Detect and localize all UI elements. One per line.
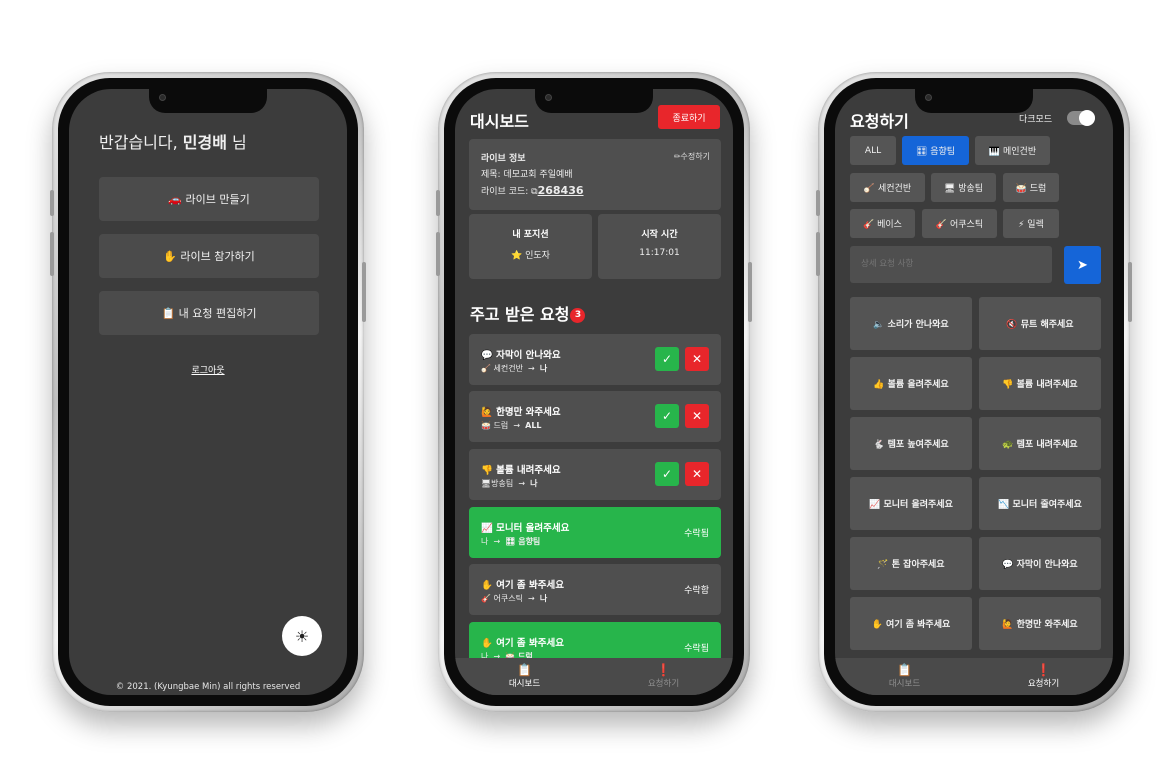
request-text: 📈 모니터 올려주세요: [481, 523, 570, 534]
accept-check-icon[interactable]: ✓: [655, 404, 679, 428]
logout-link[interactable]: 로그아웃: [69, 363, 347, 376]
quick-request-button[interactable]: 🙋 한명만 와주세요: [979, 597, 1101, 650]
requests-heading: 주고 받은 요청 3: [470, 301, 586, 325]
request-card: 💬 자막이 안나와요 🪕 세컨건반 → 나 ✓ ✕: [469, 334, 721, 385]
request-text: 👎 볼륨 내려주세요: [481, 465, 561, 476]
phone-mockup-home: 반갑습니다, 민경배 님 🚗 라이브 만들기 ✋ 라이브 참가하기 📋 내 요청…: [50, 72, 366, 712]
quick-request-button[interactable]: 👎 볼륨 내려주세요: [979, 357, 1101, 410]
clipboard-icon: 📋: [897, 663, 912, 677]
target-chip[interactable]: ⚡ 일렉: [1003, 209, 1059, 238]
tab-dashboard[interactable]: 📋 대시보드: [455, 658, 594, 695]
alert-icon: ❗: [656, 663, 671, 677]
target-chip[interactable]: 🥁 드럼: [1003, 173, 1059, 202]
quick-request-button[interactable]: ✋ 여기 좀 봐주세요: [850, 597, 972, 650]
target-chip[interactable]: 🎹 메인건반: [975, 136, 1050, 165]
target-chip[interactable]: ALL: [850, 136, 896, 165]
home-screen: 반갑습니다, 민경배 님 🚗 라이브 만들기 ✋ 라이브 참가하기 📋 내 요청…: [69, 89, 347, 695]
request-card: 👎 볼륨 내려주세요 🖥방송팀 → 나 ✓ ✕: [469, 449, 721, 500]
edit-link[interactable]: ✏수정하기: [674, 151, 710, 162]
bottom-tab-bar: 📋 대시보드 ❗ 요청하기: [835, 658, 1113, 695]
tab-dashboard[interactable]: 📋 대시보드: [835, 658, 974, 695]
reject-x-icon[interactable]: ✕: [685, 404, 709, 428]
dark-mode-label: 다크모드: [1019, 115, 1053, 125]
request-status: 수락됨: [684, 644, 709, 654]
clipboard-icon: 📋: [517, 663, 532, 677]
request-text: 🙋 한명만 와주세요: [481, 407, 561, 418]
greeting: 반갑습니다, 민경배 님: [99, 133, 247, 152]
tab-request[interactable]: ❗ 요청하기: [974, 658, 1113, 695]
quick-request-button[interactable]: 🐇 템포 높여주세요: [850, 417, 972, 470]
request-status: 수락됨: [684, 529, 709, 539]
requests-count-badge: 3: [570, 308, 586, 323]
dashboard-screen: 대시보드 종료하기 라이브 정보 ✏수정하기 제목: 데모교회 주일예배 라이브…: [455, 89, 733, 695]
target-chip[interactable]: 🎛 음향팀: [902, 136, 969, 165]
live-info-card: 라이브 정보 ✏수정하기 제목: 데모교회 주일예배 라이브 코드: ⧉2684…: [469, 139, 721, 210]
end-live-button[interactable]: 종료하기: [658, 105, 720, 129]
quick-request-button[interactable]: 📈 모니터 올려주세요: [850, 477, 972, 530]
user-name: 민경배: [182, 133, 227, 152]
my-position-value: ⭐ 인도자: [511, 251, 550, 261]
start-time-label: 시작 시간: [641, 230, 678, 240]
page-title: 대시보드: [470, 112, 529, 131]
dark-mode-toggle[interactable]: [1067, 110, 1095, 126]
quick-request-button[interactable]: 🪄 톤 잡아주세요: [850, 537, 972, 590]
request-route: 🪕 세컨건반 → 나: [481, 364, 548, 373]
my-position-label: 내 포지션: [512, 230, 549, 240]
start-time-card: 시작 시간 11:17:01: [598, 214, 721, 279]
phone-mockup-request: 요청하기 다크모드 ALL 🎛 음향팀 🎹 메인건반 🪕 세컨건반 🖥 방송팀 🥁 드럼 🎸…: [816, 72, 1132, 712]
request-text: ✋ 여기 좀 봐주세요: [481, 580, 564, 591]
request-text: 💬 자막이 안나와요: [481, 350, 561, 361]
target-chip[interactable]: 🎸 베이스: [850, 209, 915, 238]
copyright-footer: © 2021. (Kyungbae Min) all rights reserv…: [115, 682, 301, 692]
target-chip[interactable]: 🎸 어쿠스틱: [922, 209, 997, 238]
page-title: 요청하기: [850, 112, 909, 131]
alert-icon: ❗: [1036, 663, 1051, 677]
request-status: 수락함: [684, 586, 709, 596]
reject-x-icon[interactable]: ✕: [685, 462, 709, 486]
quick-request-button[interactable]: 🔈 소리가 안나와요: [850, 297, 972, 350]
request-detail-input[interactable]: [850, 246, 1052, 283]
edit-my-requests-button[interactable]: 📋 내 요청 편집하기: [99, 291, 319, 335]
live-code[interactable]: 268436: [538, 184, 584, 197]
phone-mockup-dashboard: 대시보드 종료하기 라이브 정보 ✏수정하기 제목: 데모교회 주일예배 라이브…: [436, 72, 752, 712]
send-icon[interactable]: ➤: [1064, 246, 1101, 284]
accept-check-icon[interactable]: ✓: [655, 347, 679, 371]
request-card: 📈 모니터 올려주세요나 → 🎛 음향팀 수락됨: [469, 507, 721, 558]
live-title: 제목: 데모교회 주일예배: [481, 170, 573, 180]
tab-request[interactable]: ❗ 요청하기: [594, 658, 733, 695]
request-text: ✋ 여기 좀 봐주세요: [481, 638, 564, 649]
request-card: ✋ 여기 좀 봐주세요 🎸 어쿠스틱 → 나 수락함: [469, 564, 721, 615]
quick-request-button[interactable]: 🐢 템포 내려주세요: [979, 417, 1101, 470]
quick-request-button[interactable]: 👍 볼륨 올려주세요: [850, 357, 972, 410]
live-code-row: 라이브 코드: ⧉268436: [481, 184, 584, 197]
bottom-tab-bar: 📋 대시보드 ❗ 요청하기: [455, 658, 733, 695]
target-chip[interactable]: 🖥 방송팀: [931, 173, 996, 202]
request-screen: 요청하기 다크모드 ALL 🎛 음향팀 🎹 메인건반 🪕 세컨건반 🖥 방송팀 🥁 드럼 🎸…: [835, 89, 1113, 695]
reject-x-icon[interactable]: ✕: [685, 347, 709, 371]
request-card: 🙋 한명만 와주세요 🥁 드럼 → ALL ✓ ✕: [469, 391, 721, 442]
request-route: 🖥방송팀 → 나: [481, 479, 538, 488]
quick-request-button[interactable]: 💬 자막이 안나와요: [979, 537, 1101, 590]
start-time-value: 11:17:01: [639, 248, 680, 258]
request-route: 🎸 어쿠스틱 → 나: [481, 594, 548, 603]
sun-icon[interactable]: ☀: [282, 616, 322, 656]
request-route: 나 → 🎛 음향팀: [481, 537, 541, 546]
my-position-card: 내 포지션 ⭐ 인도자: [469, 214, 592, 279]
create-live-button[interactable]: 🚗 라이브 만들기: [99, 177, 319, 221]
quick-request-button[interactable]: 🔇 뮤트 해주세요: [979, 297, 1101, 350]
request-route: 🥁 드럼 → ALL: [481, 421, 542, 430]
target-chip[interactable]: 🪕 세컨건반: [850, 173, 925, 202]
quick-request-button[interactable]: 📉 모니터 줄여주세요: [979, 477, 1101, 530]
accept-check-icon[interactable]: ✓: [655, 462, 679, 486]
join-live-button[interactable]: ✋ 라이브 참가하기: [99, 234, 319, 278]
